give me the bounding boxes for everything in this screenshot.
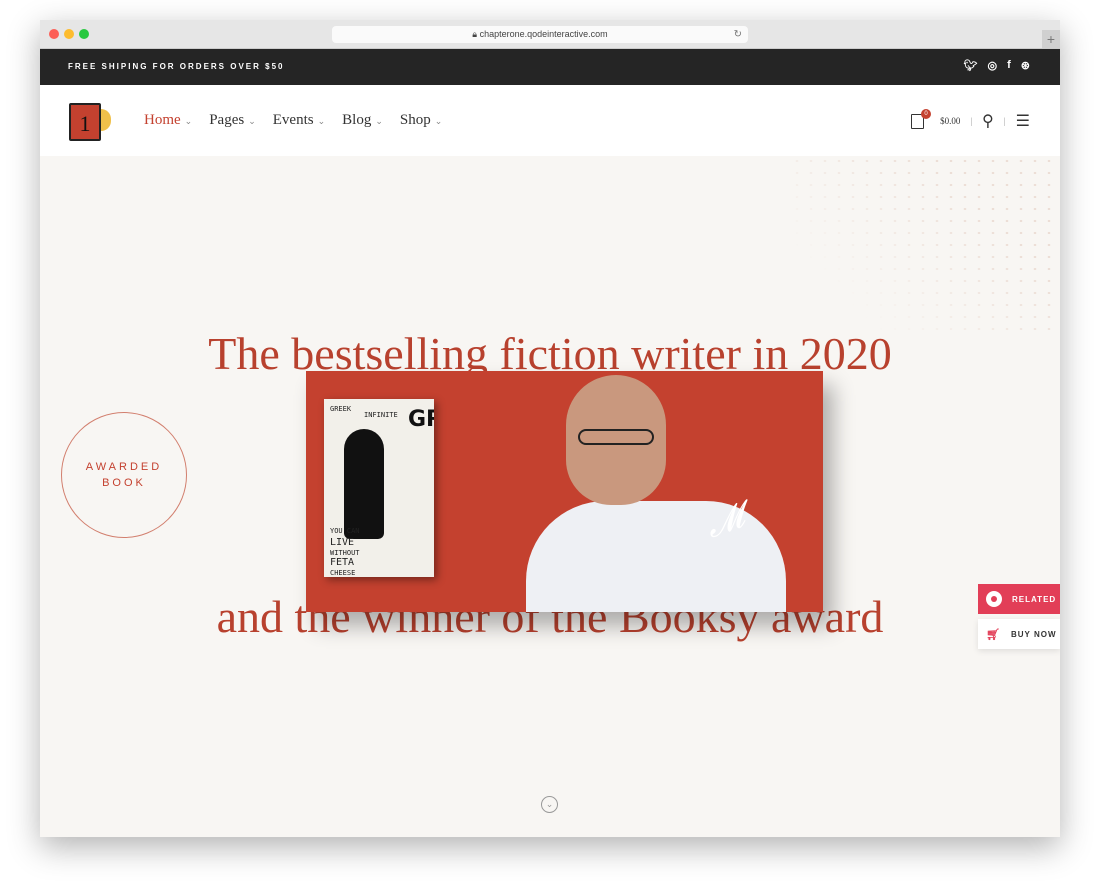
address-bar[interactable]: 🔒︎ chapterone.qodeinteractive.com ↻ bbox=[332, 26, 748, 43]
lock-icon: 🔒︎ bbox=[472, 29, 480, 39]
instagram-icon[interactable]: ◎ bbox=[988, 59, 998, 72]
book-text: CHEESE bbox=[330, 569, 356, 577]
buy-now-button[interactable]: 🛒︎ BUY NOW bbox=[978, 619, 1060, 649]
related-label: RELATED bbox=[1012, 594, 1057, 604]
chevron-down-icon: ⌄ bbox=[317, 116, 326, 126]
cart-total[interactable]: $0.00 bbox=[940, 116, 960, 126]
nav-events[interactable]: Events ⌄ bbox=[273, 112, 325, 129]
top-bar: FREE SHIPING FOR ORDERS OVER $50 🐦︎ ◎ f … bbox=[40, 49, 1060, 85]
book-cover[interactable]: GREECE GREEK INFINITE YOU CAN LIVE WITHO… bbox=[324, 399, 434, 577]
search-icon[interactable]: ⚲ bbox=[982, 111, 994, 131]
hero-image-panel: GREECE GREEK INFINITE YOU CAN LIVE WITHO… bbox=[306, 371, 823, 612]
browser-chrome: 🔒︎ chapterone.qodeinteractive.com ↻ + bbox=[40, 20, 1060, 49]
awarded-book-badge: AWARDED BOOK bbox=[61, 412, 187, 538]
dot-pattern bbox=[790, 155, 1060, 335]
cart-icon[interactable]: 0 bbox=[911, 108, 932, 129]
dribbble-icon[interactable]: ⊛ bbox=[1021, 59, 1030, 72]
cart-icon: 🛒︎ bbox=[986, 628, 1001, 641]
close-window-button[interactable] bbox=[49, 29, 59, 39]
badge-text: AWARDED bbox=[85, 461, 163, 473]
nav-label: Blog bbox=[342, 112, 372, 128]
main-nav: Home ⌄ Pages ⌄ Events ⌄ Blog ⌄ Shop ⌄ bbox=[144, 112, 442, 129]
nav-label: Events bbox=[272, 112, 314, 128]
chevron-down-icon: ⌄ bbox=[434, 116, 443, 126]
maximize-window-button[interactable] bbox=[79, 29, 89, 39]
scroll-down-icon[interactable]: ⌄ bbox=[541, 796, 558, 813]
chevron-down-icon: ⌄ bbox=[375, 116, 383, 126]
nav-label: Home bbox=[144, 112, 181, 128]
author-glasses bbox=[578, 429, 654, 445]
author-shirt bbox=[526, 501, 786, 612]
statue-figure bbox=[344, 429, 384, 539]
buy-label: BUY NOW bbox=[1010, 629, 1057, 639]
cart-count: 0 bbox=[921, 108, 932, 119]
author-photo bbox=[526, 371, 786, 612]
site-header: 1 Home ⌄ Pages ⌄ Events ⌄ Blog ⌄ Shop ⌄ 0 $0.… bbox=[40, 85, 1060, 156]
url-text: chapterone.qodeinteractive.com bbox=[479, 29, 608, 39]
divider: | bbox=[1003, 116, 1006, 126]
badge-text: BOOK bbox=[102, 477, 146, 489]
related-icon bbox=[986, 591, 1002, 607]
nav-home[interactable]: Home ⌄ bbox=[144, 112, 192, 129]
nav-label: Pages bbox=[209, 112, 245, 128]
facebook-icon[interactable]: f bbox=[1007, 59, 1011, 72]
book-text: LIVE bbox=[330, 537, 355, 548]
book-text: YOU CAN bbox=[330, 527, 360, 535]
nav-pages[interactable]: Pages ⌄ bbox=[209, 112, 256, 129]
chevron-down-icon: ⌄ bbox=[248, 116, 256, 126]
shipping-notice: FREE SHIPING FOR ORDERS OVER $50 bbox=[68, 62, 285, 71]
twitter-icon[interactable]: 🐦︎ bbox=[964, 59, 978, 72]
chevron-down-icon: ⌄ bbox=[184, 116, 193, 126]
new-tab-button[interactable]: + bbox=[1042, 30, 1060, 48]
book-title: GREECE bbox=[408, 407, 434, 432]
nav-label: Shop bbox=[399, 112, 431, 128]
related-button[interactable]: RELATED bbox=[978, 584, 1060, 614]
book-text: INFINITE bbox=[364, 411, 398, 419]
site-logo[interactable]: 1 bbox=[69, 103, 101, 141]
hamburger-menu-icon[interactable]: ☰ bbox=[1016, 111, 1030, 131]
book-text: FETA bbox=[330, 557, 355, 568]
nav-blog[interactable]: Blog ⌄ bbox=[342, 112, 383, 129]
reload-icon[interactable]: ↻ bbox=[734, 26, 742, 43]
minimize-window-button[interactable] bbox=[64, 29, 74, 39]
nav-shop[interactable]: Shop ⌄ bbox=[400, 112, 442, 129]
book-text: WITHOUT bbox=[330, 549, 360, 557]
divider: | bbox=[970, 116, 973, 126]
browser-window: 🔒︎ chapterone.qodeinteractive.com ↻ + FRE… bbox=[40, 20, 1060, 837]
book-text: GREEK bbox=[330, 405, 352, 413]
